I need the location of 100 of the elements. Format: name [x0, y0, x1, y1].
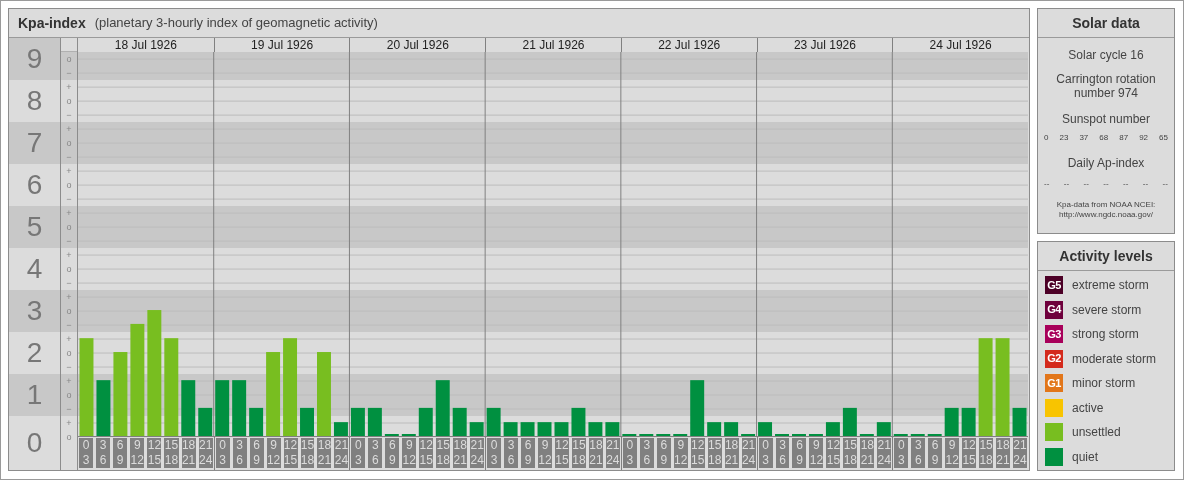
ap-index-value: -- [1083, 178, 1089, 190]
time-slot-label: 6 9 [792, 438, 807, 468]
kp-sublevel-label: − [66, 404, 72, 414]
kp-bar [571, 407, 586, 436]
kp-level-label: 9 [9, 38, 60, 80]
kp-sublevel-label: o [66, 180, 72, 190]
kp-bar [300, 407, 314, 436]
date-label: 20 Jul 1926 [386, 39, 449, 51]
kp-bar [469, 422, 484, 436]
level-swatch: G3 [1045, 325, 1063, 343]
date-label: 23 Jul 1926 [793, 39, 856, 51]
kp-level-label: 7 [9, 122, 60, 164]
time-slot-label: 0 3 [894, 438, 909, 468]
time-slot-label: 6 9 [385, 438, 400, 468]
time-slot-label: 3 6 [232, 438, 247, 468]
sunspot-value: 92 [1139, 132, 1149, 144]
time-slot-label: 12 15 [283, 438, 298, 468]
time-slot-label: 18 21 [588, 438, 603, 468]
time-slot-label: 6 9 [113, 438, 128, 468]
ap-index-value: -- [1103, 178, 1109, 190]
date-label: 19 Jul 1926 [251, 39, 314, 51]
kp-bar [537, 422, 552, 436]
kp-bar [503, 422, 518, 436]
level-label: severe storm [1072, 301, 1142, 319]
kp-bar [758, 422, 773, 436]
kp-bar [520, 422, 535, 436]
time-slot-label: 21 24 [741, 438, 756, 468]
kp-bar [690, 380, 705, 436]
date-label: 24 Jul 1926 [929, 39, 992, 51]
kp-sublevel-label: − [66, 236, 72, 246]
time-slot-label: 9 12 [130, 438, 145, 468]
time-slot-label: 12 15 [690, 438, 705, 468]
kp-sublevel-label: + [66, 208, 72, 218]
time-slot-label: 9 12 [402, 438, 417, 468]
level-label: moderate storm [1072, 350, 1157, 368]
level-swatch: G4 [1045, 300, 1063, 319]
time-slot-label: 6 9 [249, 438, 264, 468]
level-label: minor storm [1072, 375, 1136, 392]
sunspot-label: Sunspot number [1061, 111, 1151, 128]
kp-level-label: 1 [9, 374, 60, 416]
kp-sublevel-label: − [66, 68, 72, 78]
time-slot-label: 6 9 [928, 438, 943, 468]
kp-bar [876, 422, 891, 436]
kp-level-label: 3 [9, 290, 60, 332]
time-slot-label: 6 9 [521, 438, 535, 468]
time-slot-label: 18 21 [317, 438, 332, 468]
time-slot-label: 3 6 [368, 438, 383, 468]
time-slot-label: 15 18 [571, 438, 586, 468]
kp-sublevel-label: + [66, 166, 72, 176]
panel-title: Activity levels [1059, 246, 1153, 266]
time-slot-label: 3 6 [775, 438, 790, 468]
kp-sublevel-label: + [66, 292, 72, 302]
time-slot-label: 21 24 [877, 438, 892, 468]
time-slot-label: 3 6 [911, 438, 926, 468]
panel-subtitle: (planetary 3-hourly index of geomagnetic activity) [94, 14, 378, 33]
kp-sublevel-label: + [66, 376, 72, 386]
time-slot-label: 15 18 [436, 438, 451, 468]
time-slot-label: 9 12 [266, 438, 281, 468]
kp-bar [435, 380, 450, 436]
time-slot-label: 0 3 [487, 438, 502, 468]
time-slot-label: 0 3 [758, 438, 773, 468]
level-swatch: G1 [1045, 374, 1063, 392]
time-slot-label: 15 18 [979, 438, 994, 468]
time-slot-label: 9 12 [945, 438, 960, 468]
time-slot-label: 0 3 [215, 438, 230, 468]
kp-level-label: 5 [9, 206, 60, 248]
ap-index-value: -- [1142, 178, 1149, 190]
time-slot-label: 0 3 [79, 438, 94, 468]
time-slot-label: 12 15 [962, 438, 977, 468]
panel-title: Kpa-index [18, 13, 86, 33]
solar-cycle-text: Solar cycle 16 [1068, 47, 1144, 64]
kp-bar [333, 422, 348, 436]
kp-sublevel-label: − [66, 320, 72, 330]
time-slot-label: 15 18 [300, 438, 315, 468]
kp-bar [198, 407, 213, 436]
kp-bar [605, 422, 620, 436]
time-slot-label: 21 24 [605, 438, 620, 468]
kp-sublevel-label: − [66, 278, 72, 288]
panel-title: Solar data [1072, 13, 1140, 33]
level-label: active [1072, 399, 1104, 417]
time-slot-label: 18 21 [860, 438, 875, 468]
kp-sublevel-label: + [66, 250, 72, 260]
time-slot-label: 0 3 [351, 438, 366, 468]
kp-bar [707, 422, 722, 436]
level-swatch: G2 [1045, 349, 1063, 368]
time-slot-label: 15 18 [843, 438, 858, 468]
kp-bar [825, 422, 840, 436]
time-slot-label: 15 18 [164, 438, 179, 468]
time-slot-label: 15 18 [707, 438, 722, 468]
time-slot-label: 3 6 [96, 438, 111, 468]
time-slot-label: 12 15 [147, 438, 162, 468]
kp-sublevel-label: − [66, 152, 72, 162]
sunspot-value: 0 [1044, 132, 1049, 144]
date-label: 22 Jul 1926 [658, 39, 721, 51]
time-slot-label: 18 21 [724, 438, 739, 468]
kp-sublevel-label: o [66, 96, 72, 106]
ap-index-value: -- [1162, 178, 1168, 190]
time-slot-label: 12 15 [419, 438, 434, 468]
kp-sublevel-label: + [66, 334, 72, 344]
kp-bar [554, 422, 569, 436]
